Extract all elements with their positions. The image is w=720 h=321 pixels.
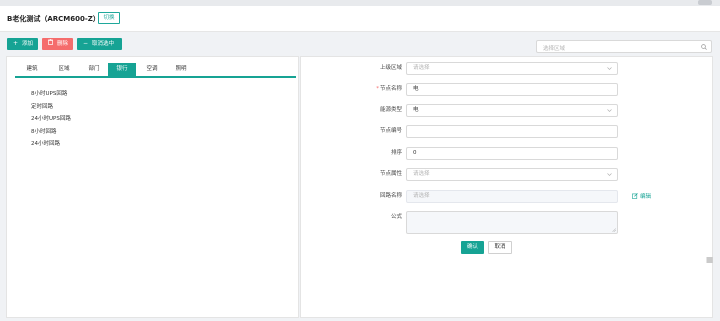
plus-icon: + (13, 40, 19, 47)
page-header: B老化测试（ARCM600-Z） 切换 (0, 6, 720, 32)
category-tabs: 建筑 区域 部门 银行 空调 照明 (15, 63, 296, 78)
cancel-select-button-label: 取消选中 (92, 41, 115, 47)
node-code-input[interactable] (406, 125, 618, 138)
delete-button[interactable]: 删除 (42, 38, 73, 50)
area-select-input[interactable]: 选择区域 (536, 40, 712, 53)
area-select-placeholder: 选择区域 (543, 46, 566, 52)
tree-panel: 建筑 区域 部门 银行 空调 照明 8小时UPS回路 定时回路 24小时UPS回… (6, 56, 299, 318)
formula-label: 公式 (390, 214, 402, 220)
parent-area-select[interactable]: 请选择 (406, 62, 618, 75)
parent-area-placeholder: 请选择 (413, 65, 430, 71)
chevron-down-icon (607, 67, 612, 70)
node-attr-select[interactable]: 请选择 (406, 168, 618, 181)
confirm-button[interactable]: 确认 (461, 241, 484, 254)
chevron-down-icon (607, 173, 612, 176)
edit-icon (632, 193, 638, 199)
loop-name-select[interactable]: 请选择 (406, 190, 618, 203)
cancel-select-button[interactable]: − 取消选中 (77, 38, 122, 50)
tab-lighting[interactable]: 照明 (168, 63, 194, 76)
loop-name-label: 回路名称 (379, 193, 402, 199)
tab-aircon[interactable]: 空调 (139, 63, 165, 76)
tab-area[interactable]: 区域 (51, 63, 77, 76)
node-code-label: 节点编号 (379, 128, 402, 134)
chevron-down-icon (607, 109, 612, 112)
search-icon (701, 44, 707, 50)
tab-department[interactable]: 部门 (81, 63, 107, 76)
collapse-panel-icon[interactable] (706, 257, 713, 263)
minus-icon: − (83, 40, 89, 47)
tab-building[interactable]: 建筑 (19, 63, 45, 76)
node-attr-placeholder: 请选择 (413, 171, 430, 177)
add-button-label: 添加 (22, 41, 34, 47)
edit-link[interactable]: 编辑 (632, 192, 651, 200)
loop-name-placeholder: 请选择 (413, 193, 430, 199)
resize-grip-icon[interactable] (612, 228, 616, 232)
top-scrollbar-thumb[interactable] (698, 0, 712, 5)
formula-textarea[interactable] (406, 211, 618, 234)
page-title: B老化测试（ARCM600-Z） (7, 15, 100, 23)
energy-type-label: 能源类型 (379, 107, 402, 113)
add-button[interactable]: + 添加 (7, 38, 38, 50)
tree-item[interactable]: 24小时UPS回路 (31, 113, 71, 126)
sort-input[interactable]: 0 (406, 147, 618, 160)
node-form-panel: 上级区域 请选择 *节点名称 电 能源类型 电 节点编号 排序 0 节点属性 请… (300, 56, 713, 318)
tab-bank[interactable]: 银行 (108, 63, 136, 76)
energy-type-value: 电 (413, 107, 419, 113)
tree-item[interactable]: 8小时回路 (31, 126, 71, 139)
cancel-button[interactable]: 取消 (488, 241, 512, 254)
delete-button-label: 删除 (57, 41, 69, 47)
tree-item[interactable]: 8小时UPS回路 (31, 88, 71, 101)
node-name-label: *节点名称 (376, 86, 402, 92)
node-tree: 8小时UPS回路 定时回路 24小时UPS回路 8小时回路 24小时回路 (31, 88, 71, 151)
edit-link-label: 编辑 (640, 194, 652, 200)
energy-type-select[interactable]: 电 (406, 104, 618, 117)
node-name-input[interactable]: 电 (406, 83, 618, 96)
trash-icon (48, 38, 54, 50)
tree-item[interactable]: 定时回路 (31, 101, 71, 114)
sort-label: 排序 (390, 150, 402, 156)
node-attr-label: 节点属性 (379, 171, 402, 177)
tree-item[interactable]: 24小时回路 (31, 138, 71, 151)
parent-area-label: 上级区域 (379, 65, 402, 71)
switch-button[interactable]: 切换 (98, 12, 120, 24)
